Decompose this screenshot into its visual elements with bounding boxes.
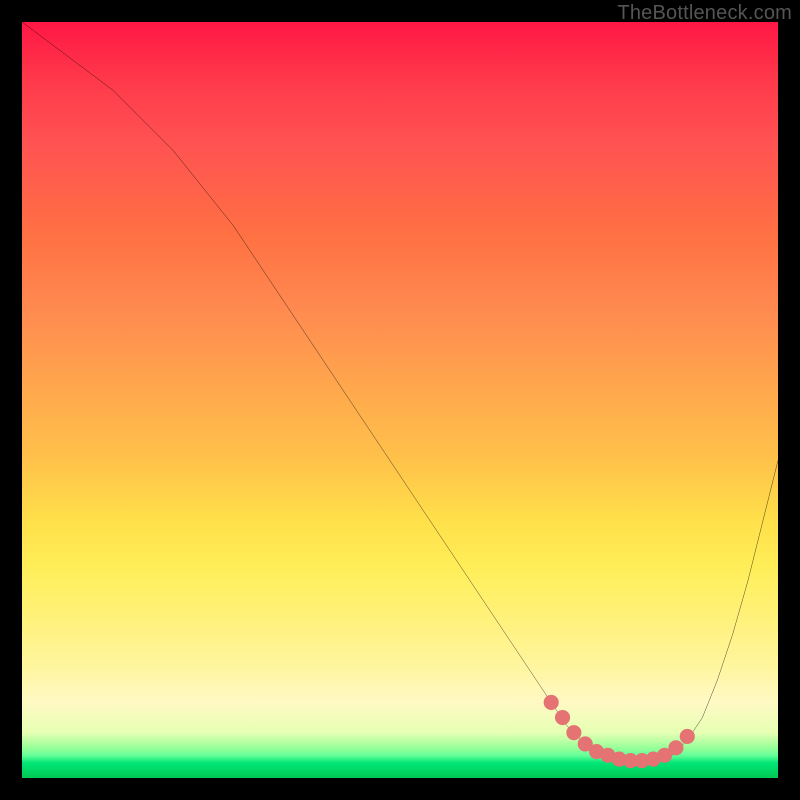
curve-svg: [22, 22, 778, 778]
optimal-range-markers: [544, 696, 694, 768]
marker-dot: [544, 696, 558, 710]
marker-dot: [567, 726, 581, 740]
bottleneck-curve: [22, 22, 778, 763]
plot-area: [22, 22, 778, 778]
chart-frame: TheBottleneck.com: [0, 0, 800, 800]
marker-dot: [556, 711, 570, 725]
marker-dot: [680, 730, 694, 744]
watermark-text: TheBottleneck.com: [617, 2, 792, 25]
marker-dot: [669, 741, 683, 755]
